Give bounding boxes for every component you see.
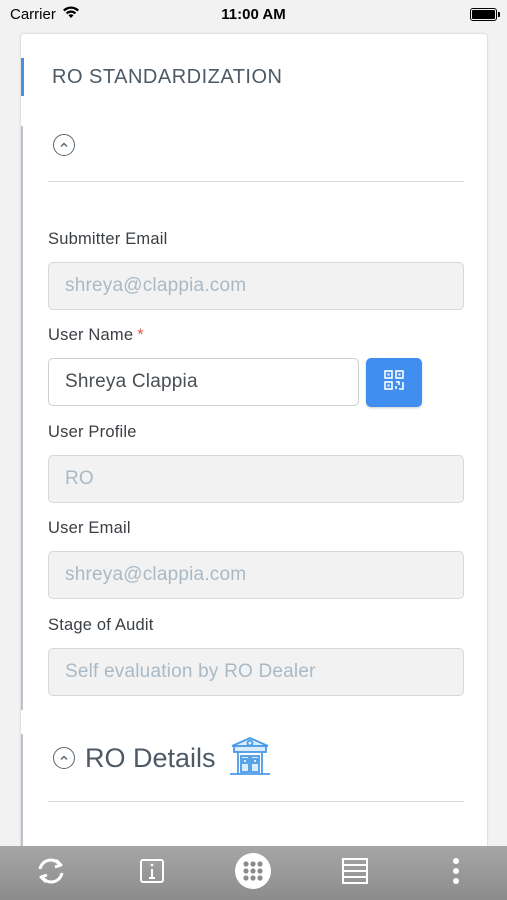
more-vertical-icon — [452, 857, 460, 890]
bottom-toolbar — [0, 846, 507, 900]
fuel-station-icon — [226, 732, 274, 785]
user-email-label: User Email — [48, 519, 131, 537]
more-button[interactable] — [434, 851, 478, 895]
sync-icon — [34, 856, 68, 891]
sync-button[interactable] — [29, 851, 73, 895]
form-card: RO STANDARDIZATION Submitter Email shrey… — [20, 33, 488, 874]
carrier-label: Carrier — [10, 5, 56, 23]
list-icon — [341, 857, 369, 890]
required-star: * — [137, 326, 144, 344]
wifi-icon — [62, 5, 80, 23]
stage-of-audit-field: Self evaluation by RO Dealer — [48, 648, 464, 696]
status-left: Carrier — [10, 5, 80, 23]
section-indicator — [21, 126, 23, 710]
user-profile-label: User Profile — [48, 423, 137, 441]
ro-details-header[interactable]: RO Details — [53, 734, 274, 782]
grid-menu-icon — [234, 852, 272, 895]
user-name-label-text: User Name — [48, 326, 134, 344]
user-email-field: shreya@clappia.com — [48, 551, 464, 599]
user-name-input[interactable]: Shreya Clappia — [48, 358, 359, 406]
ro-details-title: RO Details — [85, 742, 216, 773]
submitter-email-label: Submitter Email — [48, 230, 168, 248]
form-title: RO STANDARDIZATION — [21, 58, 487, 96]
qr-code-icon — [383, 369, 405, 396]
stage-of-audit-label: Stage of Audit — [48, 616, 154, 634]
info-icon — [139, 858, 165, 889]
collapse-icon[interactable] — [53, 134, 75, 156]
user-name-label: User Name * — [48, 326, 144, 345]
info-button[interactable] — [130, 851, 174, 895]
qr-scan-button[interactable] — [366, 358, 422, 407]
status-bar: Carrier 11:00 AM — [0, 0, 507, 28]
user-profile-field: RO — [48, 455, 464, 503]
details-divider — [48, 801, 464, 802]
grid-menu-button[interactable] — [231, 851, 275, 895]
collapse-icon[interactable] — [53, 747, 75, 769]
submitter-email-field: shreya@clappia.com — [48, 262, 464, 310]
section-divider — [48, 181, 464, 182]
battery-icon — [470, 7, 500, 21]
list-button[interactable] — [333, 851, 377, 895]
